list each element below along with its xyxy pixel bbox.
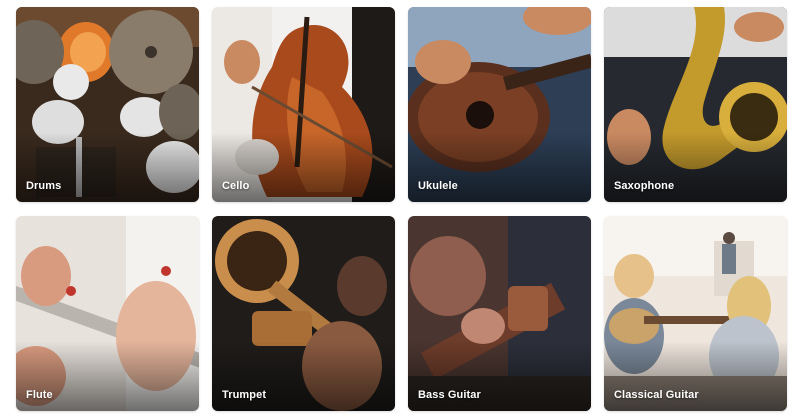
card-label: Drums (26, 180, 62, 192)
card-label: Flute (26, 389, 53, 401)
card-drums[interactable]: Drums (16, 7, 199, 202)
card-label: Ukulele (418, 180, 458, 192)
card-trumpet[interactable]: Trumpet (212, 216, 395, 411)
card-ukulele[interactable]: Ukulele (408, 7, 591, 202)
instrument-grid: Drums Cello Ukulele Saxophone Flute Trum… (0, 0, 800, 420)
card-saxophone[interactable]: Saxophone (604, 7, 787, 202)
card-flute[interactable]: Flute (16, 216, 199, 411)
card-bass-guitar[interactable]: Bass Guitar (408, 216, 591, 411)
card-label: Bass Guitar (418, 389, 481, 401)
card-cello[interactable]: Cello (212, 7, 395, 202)
card-label: Cello (222, 180, 250, 192)
card-label: Saxophone (614, 180, 675, 192)
card-label: Trumpet (222, 389, 267, 401)
card-label: Classical Guitar (614, 389, 699, 401)
card-classical-guitar[interactable]: Classical Guitar (604, 216, 787, 411)
